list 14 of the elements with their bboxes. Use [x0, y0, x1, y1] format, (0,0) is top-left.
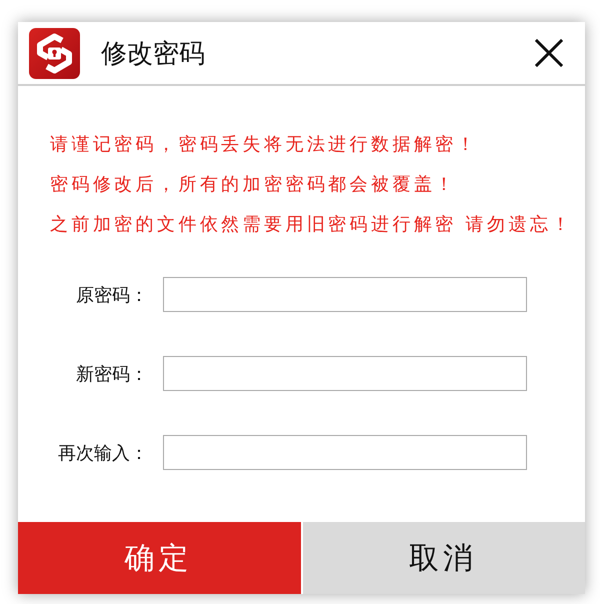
field-label: 再次输入：	[57, 442, 148, 464]
password-field[interactable]	[163, 356, 527, 391]
password-field[interactable]	[163, 277, 527, 312]
warning-text: 密码修改后，所有的加密密码都会被覆盖！	[50, 173, 458, 197]
confirm-button[interactable]: 确定	[18, 522, 300, 594]
password-field[interactable]	[163, 435, 527, 470]
warning-text: 之前加密的文件依然需要用旧密码进行解密 请勿遗忘！	[50, 213, 574, 237]
warning-text: 请谨记密码，密码丢失将无法进行数据解密！	[50, 133, 479, 157]
field-label: 原密码：	[75, 284, 148, 306]
cancel-button[interactable]: 取消	[302, 522, 585, 594]
close-icon[interactable]	[535, 39, 563, 67]
field-label: 新密码：	[75, 362, 148, 386]
logo-icon	[29, 28, 80, 78]
window-title: 修改密码	[101, 38, 206, 70]
